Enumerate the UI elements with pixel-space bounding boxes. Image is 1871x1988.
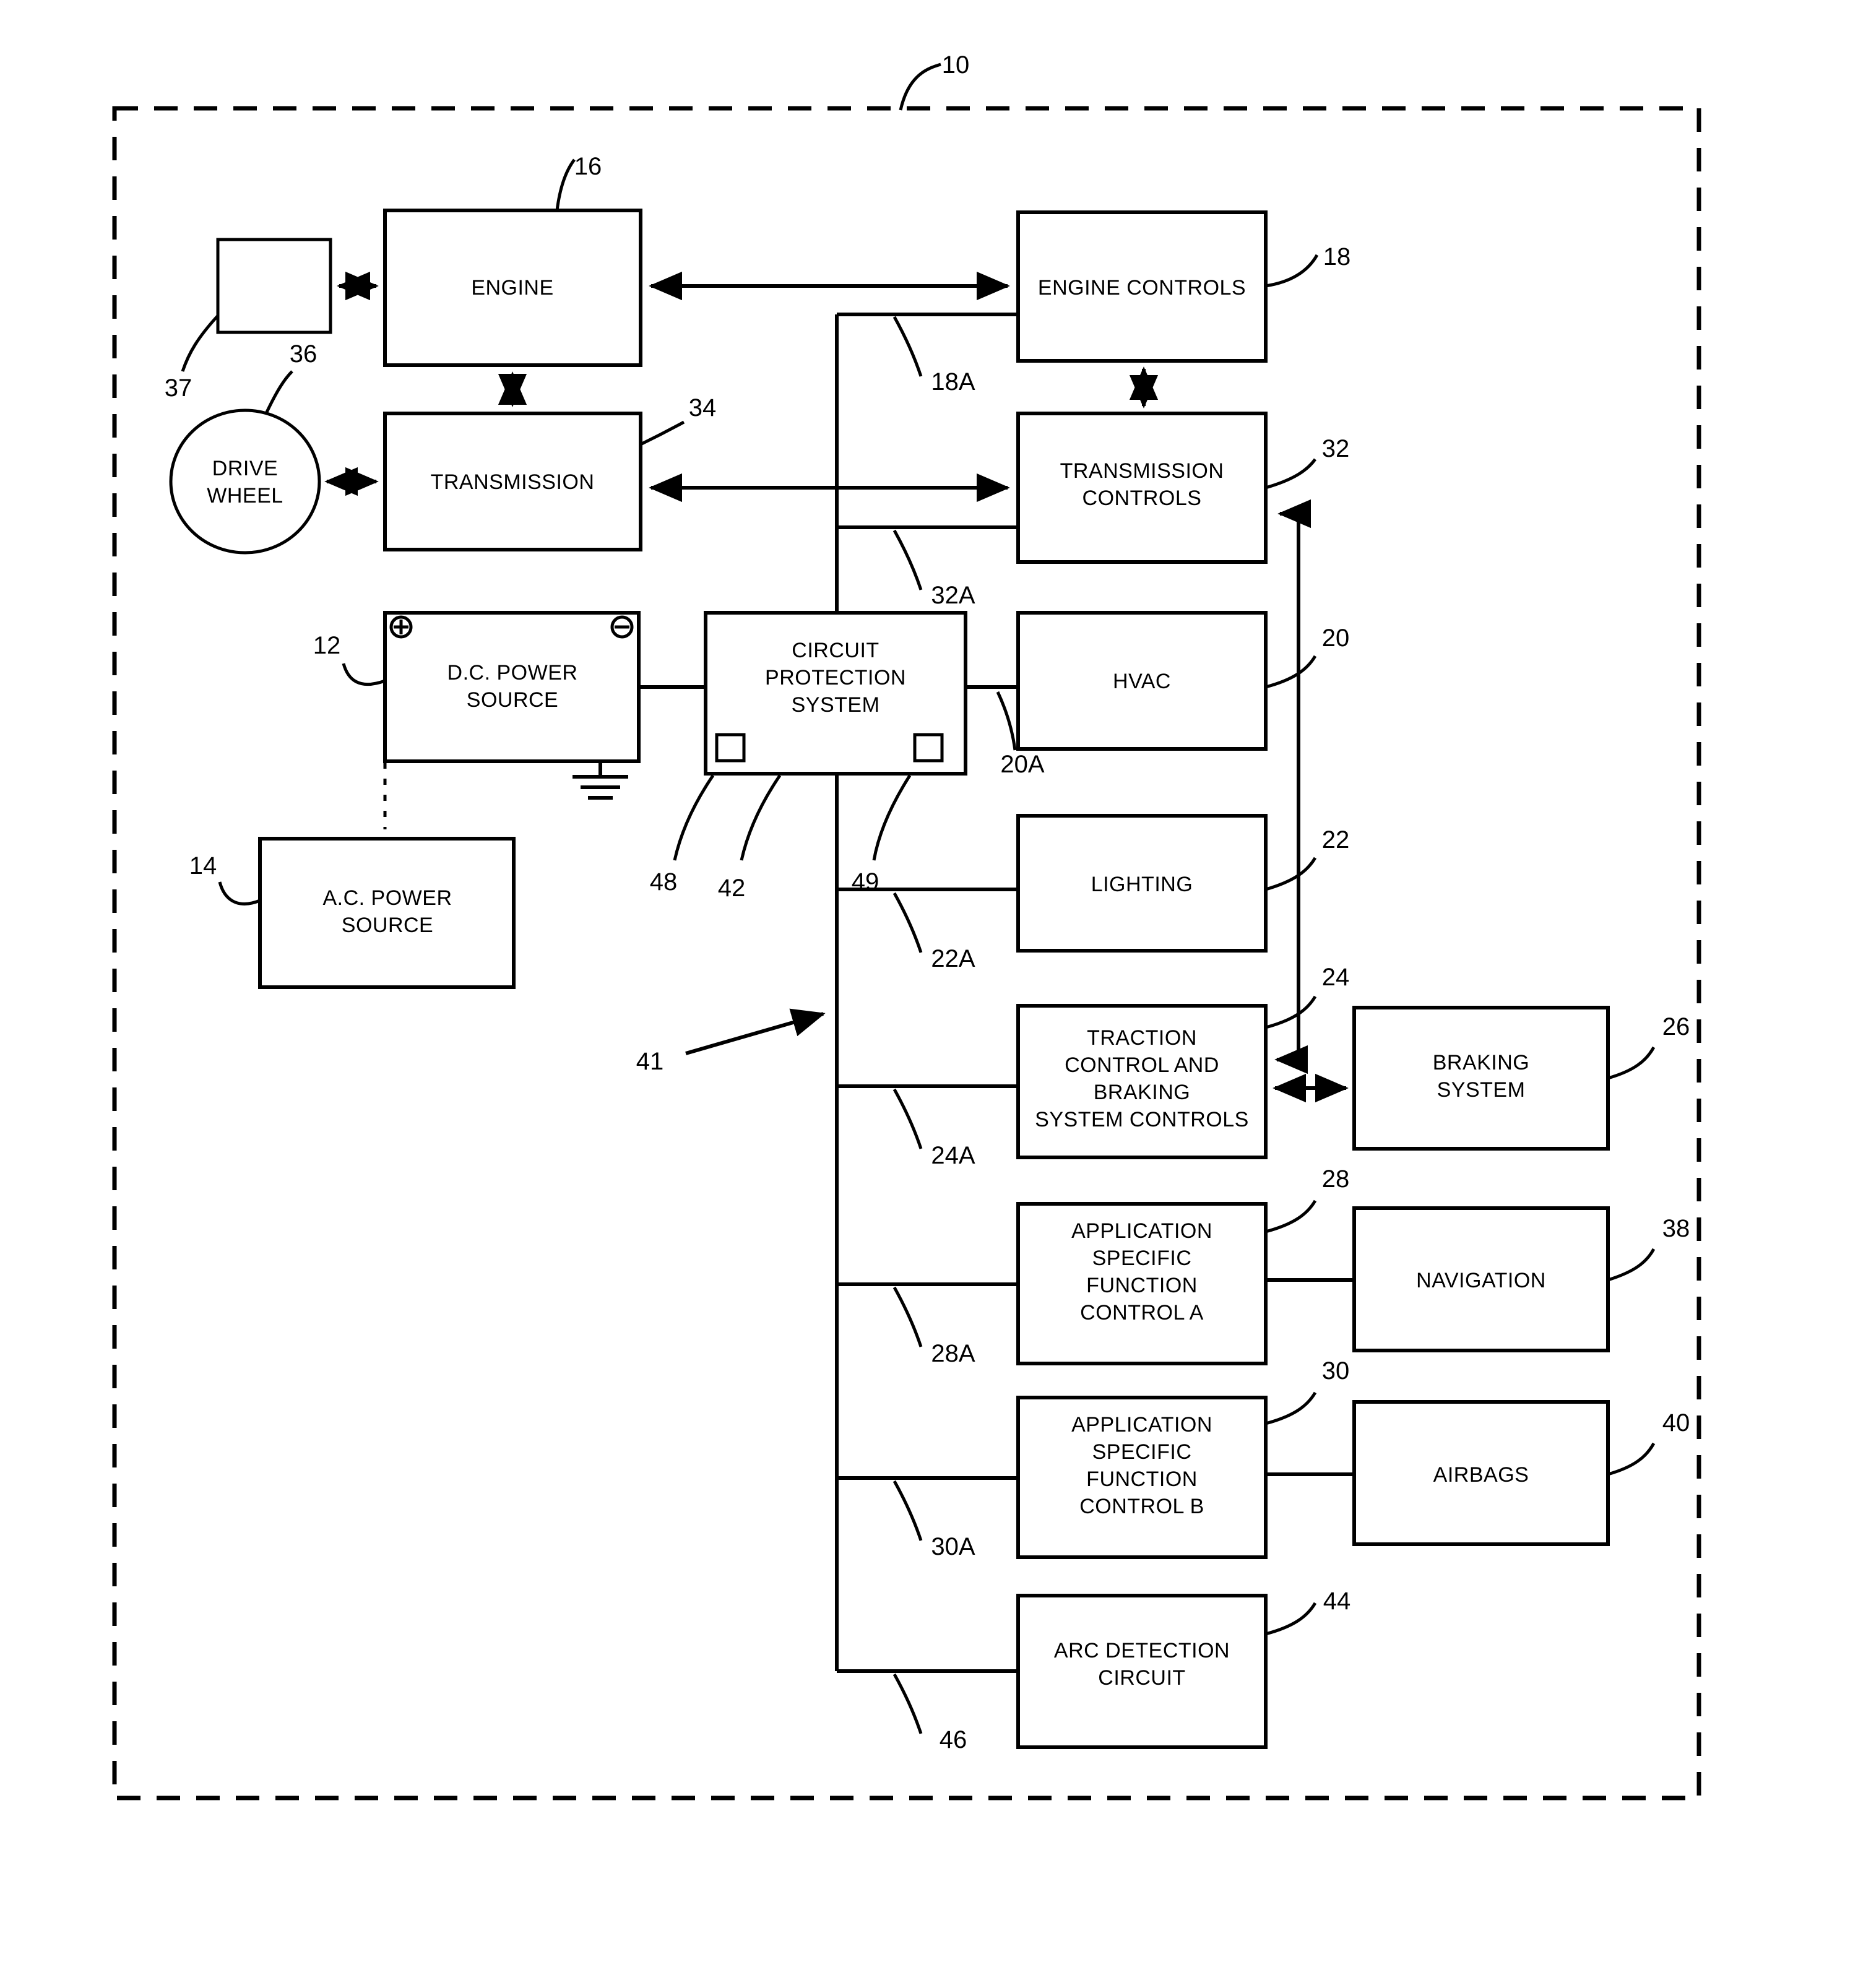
block-label-braking-2: SYSTEM (1437, 1078, 1526, 1102)
block-label-asf-b-1: APPLICATION (1071, 1413, 1212, 1437)
ref-label-lighting: 22 (1322, 826, 1350, 854)
block-label-arc-1: ARC DETECTION (1054, 1639, 1230, 1662)
block-label-braking-1: BRAKING (1433, 1051, 1530, 1074)
ref-label-arc-detection: 44 (1323, 1588, 1351, 1615)
block-label-lighting: LIGHTING (1091, 873, 1193, 896)
block-label-traction-4: SYSTEM CONTROLS (1035, 1108, 1249, 1131)
block-label-asf-b-3: FUNCTION (1086, 1467, 1198, 1491)
ref-label-asf-a: 28 (1322, 1165, 1350, 1193)
ref-label-49: 49 (852, 868, 879, 896)
block-label-transmission-controls-1: TRANSMISSION (1060, 459, 1224, 483)
block-label-asf-a-3: FUNCTION (1086, 1274, 1198, 1297)
block-label-traction-2: CONTROL AND (1065, 1053, 1219, 1077)
patent-figure-page: 10 37 16 ENGINE 18 ENGINE CONTROLS 18A 3… (0, 0, 1871, 1988)
block-label-engine: ENGINE (471, 276, 553, 300)
block-label-engine-controls: ENGINE CONTROLS (1038, 276, 1246, 300)
ref-label-transmission: 34 (689, 394, 717, 421)
block-label-asf-b-4: CONTROL B (1079, 1495, 1204, 1518)
block-label-dc-power-source-2: SOURCE (467, 688, 558, 712)
block-label-asf-a-2: SPECIFIC (1092, 1247, 1192, 1270)
block-label-drive-wheel-1: DRIVE (212, 457, 278, 480)
block-label-transmission: TRANSMISSION (431, 470, 595, 494)
ref-label-42: 42 (718, 875, 746, 902)
ref-label-22A: 22A (931, 945, 975, 972)
block-label-ac-power-source-2: SOURCE (342, 914, 433, 937)
block-label-cps-2: PROTECTION (765, 666, 906, 689)
ref-label-24A: 24A (931, 1142, 975, 1169)
block-label-asf-a-1: APPLICATION (1071, 1219, 1212, 1243)
label-layer: 10 37 16 ENGINE 18 ENGINE CONTROLS 18A 3… (165, 51, 1690, 1753)
ref-label-ac-power-source: 14 (189, 852, 217, 879)
ref-label-drive-wheel: 36 (290, 340, 318, 368)
ref-label-18A: 18A (931, 368, 975, 395)
block-label-asf-b-2: SPECIFIC (1092, 1440, 1192, 1464)
block-label-dc-power-source-1: D.C. POWER (447, 661, 578, 685)
block-label-cps-1: CIRCUIT (792, 639, 879, 662)
ref-label-transmission-controls: 32 (1322, 435, 1350, 462)
ref-label-airbags: 40 (1662, 1409, 1690, 1437)
ref-label-frame: 10 (942, 51, 970, 79)
ref-label-46: 46 (940, 1726, 967, 1753)
ref-label-traction-control: 24 (1322, 964, 1350, 991)
block-label-navigation: NAVIGATION (1416, 1269, 1546, 1292)
block-label-airbags: AIRBAGS (1433, 1463, 1529, 1487)
block-label-asf-a-4: CONTROL A (1080, 1301, 1204, 1325)
ref-label-bus-41: 41 (636, 1048, 664, 1075)
ref-label-hvac: 20 (1322, 624, 1350, 652)
ref-label-28A: 28A (931, 1340, 975, 1367)
ref-label-37: 37 (165, 374, 192, 402)
ref-label-engine-controls: 18 (1323, 243, 1351, 270)
block-label-arc-2: CIRCUIT (1098, 1666, 1185, 1690)
ref-label-braking-system: 26 (1662, 1013, 1690, 1040)
block-label-ac-power-source-1: A.C. POWER (322, 886, 452, 910)
ref-label-20A: 20A (1000, 751, 1044, 778)
ref-label-dc-power-source: 12 (313, 632, 341, 659)
block-label-traction-3: BRAKING (1094, 1081, 1191, 1104)
block-label-hvac: HVAC (1113, 670, 1171, 693)
ref-label-48: 48 (650, 868, 678, 896)
block-label-cps-3: SYSTEM (792, 693, 880, 717)
block-label-transmission-controls-2: CONTROLS (1082, 486, 1202, 510)
ref-label-engine: 16 (574, 153, 602, 180)
ref-label-navigation: 38 (1662, 1215, 1690, 1242)
ref-label-asf-b: 30 (1322, 1357, 1350, 1385)
ref-label-30A: 30A (931, 1533, 975, 1560)
ref-label-32A: 32A (931, 582, 975, 609)
block-label-traction-1: TRACTION (1087, 1026, 1197, 1050)
block-label-drive-wheel-2: WHEEL (207, 484, 283, 508)
